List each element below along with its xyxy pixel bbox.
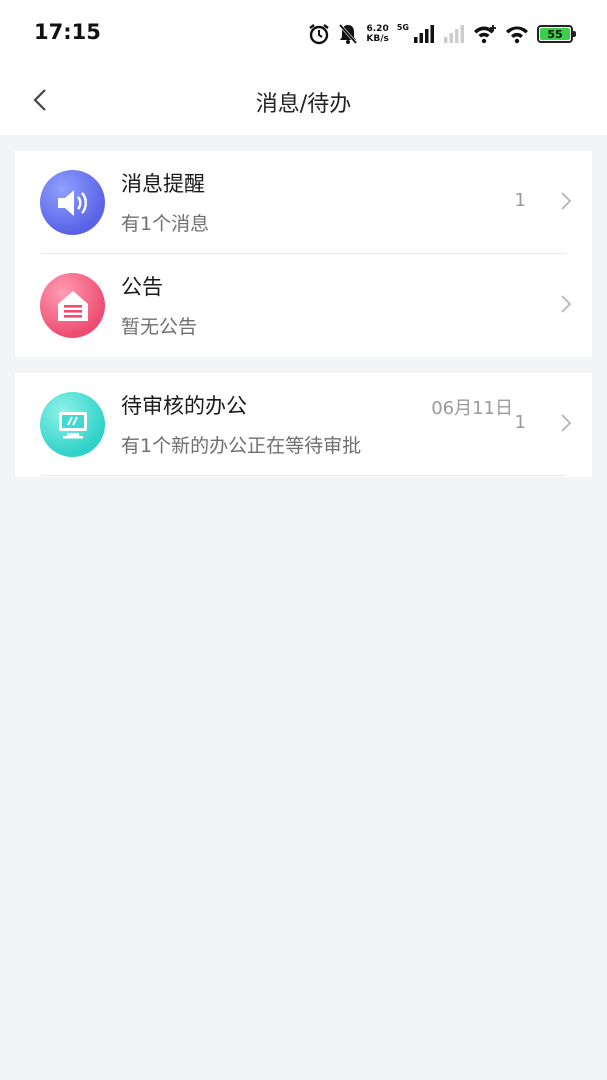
item-date: 06月11日 <box>431 398 513 419</box>
battery-icon: 55 <box>537 25 576 43</box>
chevron-right-icon <box>556 189 576 213</box>
chevron-right-icon <box>556 411 576 435</box>
item-title: 待审核的办公 <box>121 394 247 418</box>
signal-icon <box>414 25 434 43</box>
item-title: 消息提醒 <box>121 172 205 196</box>
item-subtitle: 暂无公告 <box>121 316 198 338</box>
item-subtitle: 有1个消息 <box>121 213 210 235</box>
nav-bar: 消息/待办 <box>0 68 607 135</box>
status-time: 17:15 <box>34 20 101 44</box>
speaker-icon <box>40 170 105 235</box>
computer-icon <box>40 392 105 457</box>
alarm-icon <box>309 24 330 45</box>
message-card: 消息提醒 有1个消息 1 公告 暂无公告 <box>15 151 592 357</box>
signal-weak-icon <box>444 25 464 43</box>
speed-value: 6.20 <box>366 24 389 34</box>
battery-level: 55 <box>547 27 563 41</box>
status-icons: 6.20 KB/s 5G 55 <box>308 20 576 48</box>
list-item-announcement[interactable]: 公告 暂无公告 <box>15 254 592 357</box>
speed-unit: KB/s <box>366 34 389 44</box>
item-subtitle: 有1个新的办公正在等待审批 <box>121 435 362 457</box>
item-title: 公告 <box>121 275 163 299</box>
network-type: 5G <box>396 22 409 32</box>
list-item-pending-office[interactable]: 待审核的办公 有1个新的办公正在等待审批 06月11日 1 <box>15 373 592 476</box>
mute-bell-icon <box>339 24 358 44</box>
todo-card: 待审核的办公 有1个新的办公正在等待审批 06月11日 1 <box>15 373 592 477</box>
announcement-icon <box>40 273 105 338</box>
wifi-icon <box>506 26 528 44</box>
item-count: 1 <box>514 412 526 433</box>
wifi-plus-icon <box>474 25 496 44</box>
status-bar: 17:15 6.20 KB/s 5G 55 <box>0 0 607 68</box>
divider <box>41 475 566 476</box>
item-count: 1 <box>514 190 526 211</box>
page-title: 消息/待办 <box>255 92 352 117</box>
list-item-message-reminder[interactable]: 消息提醒 有1个消息 1 <box>15 151 592 254</box>
network-speed: 6.20 KB/s <box>366 24 388 44</box>
chevron-right-icon <box>556 292 576 316</box>
